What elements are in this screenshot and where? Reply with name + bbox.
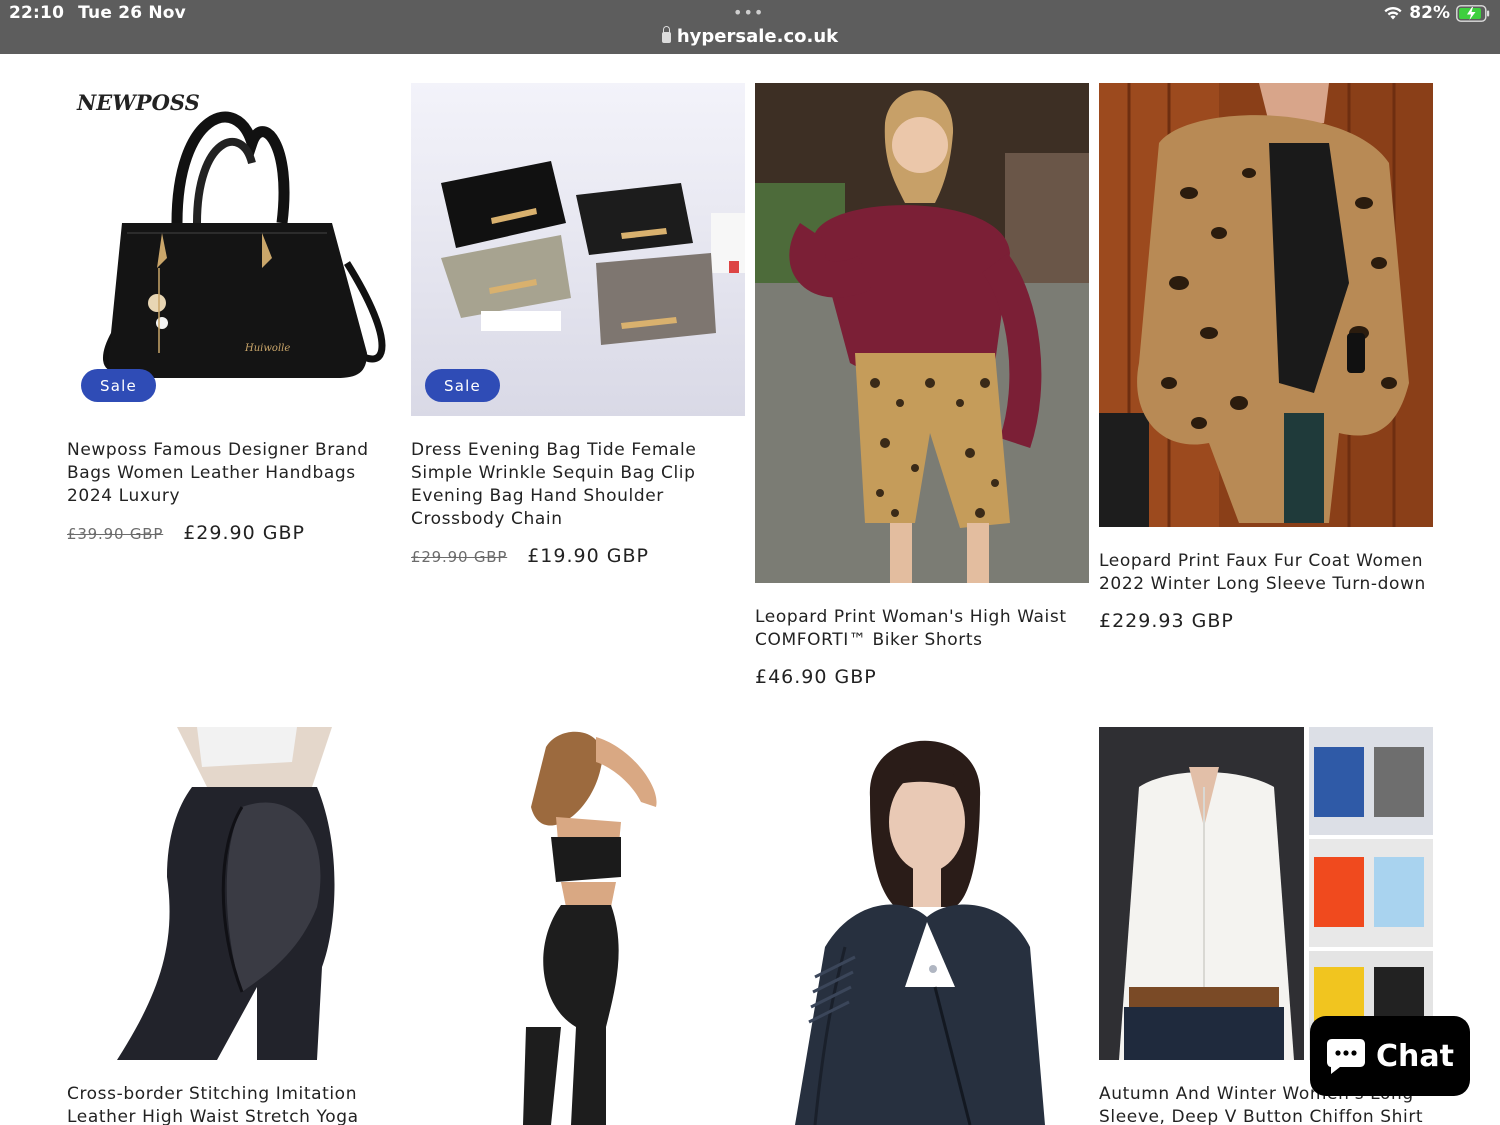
- lock-icon: [661, 26, 671, 43]
- original-price: £39.90 GBP: [67, 525, 164, 543]
- chat-label[interactable]: Chat: [1376, 1039, 1454, 1074]
- product-image[interactable]: [755, 727, 1089, 1125]
- product-card[interactable]: Leopard Print Faux Fur Coat Women 2022 W…: [1099, 83, 1433, 632]
- product-image[interactable]: Sale: [411, 83, 745, 416]
- chiffon-shirt-collage-image: [1099, 727, 1433, 1060]
- address-bar[interactable]: hypersale.co.uk: [0, 26, 1500, 47]
- sale-price: £29.90 GBP: [183, 522, 305, 544]
- product-image[interactable]: [1099, 83, 1433, 527]
- sale-price: £19.90 GBP: [527, 545, 649, 567]
- brand-logo: NEWPOSS: [76, 90, 200, 115]
- product-card[interactable]: Leopard Print Woman's High Waist COMFORT…: [755, 83, 1089, 688]
- product-image[interactable]: NEWPOSS Huiwolle Sale: [67, 83, 401, 416]
- status-time: 22:10: [9, 3, 65, 23]
- status-indicators: 82%: [1383, 3, 1490, 23]
- svg-text:Huiwolle: Huiwolle: [244, 343, 290, 354]
- product-title[interactable]: Leopard Print Woman's High Waist COMFORT…: [755, 606, 1089, 652]
- more-dots-icon[interactable]: •••: [733, 3, 764, 22]
- wifi-icon: [1384, 6, 1402, 20]
- product-card[interactable]: Cross-border Stitching Imitation Leather…: [67, 727, 401, 1125]
- regular-price: £229.93 GBP: [1099, 610, 1234, 632]
- product-card[interactable]: Sale Dress Evening Bag Tide Female Simpl…: [411, 83, 745, 567]
- leather-jacket-image: [755, 727, 1089, 1125]
- battery-charging-icon: [1456, 4, 1490, 22]
- leopard-fur-coat-image: [1099, 83, 1433, 527]
- product-title[interactable]: Newposs Famous Designer Brand Bags Women…: [67, 439, 401, 508]
- chat-bubble-icon: [1327, 1039, 1366, 1074]
- product-card[interactable]: [411, 727, 745, 1125]
- yoga-pants-image: [67, 727, 401, 1060]
- browser-status-bar: 22:10 Tue 26 Nov ••• hypersale.co.uk 82%: [0, 0, 1500, 54]
- product-image[interactable]: [755, 83, 1089, 583]
- product-card[interactable]: NEWPOSS Huiwolle Sale Newposs Famous Des…: [67, 83, 401, 544]
- regular-price: £46.90 GBP: [755, 666, 877, 688]
- black-handbag-image: NEWPOSS Huiwolle: [67, 83, 401, 416]
- product-title[interactable]: Leopard Print Faux Fur Coat Women 2022 W…: [1099, 550, 1433, 596]
- product-card[interactable]: [755, 727, 1089, 1125]
- product-price: £39.90 GBP £29.90 GBP: [67, 522, 401, 544]
- status-date: Tue 26 Nov: [78, 3, 186, 23]
- leopard-shorts-image: [755, 83, 1089, 583]
- product-price: £229.93 GBP: [1099, 610, 1433, 632]
- product-price: £29.90 GBP £19.90 GBP: [411, 545, 745, 567]
- url-text[interactable]: hypersale.co.uk: [677, 26, 838, 47]
- battery-percentage: 82%: [1409, 3, 1450, 23]
- original-price: £29.90 GBP: [411, 548, 508, 566]
- chat-button[interactable]: Chat: [1310, 1016, 1470, 1096]
- evening-bags-image: [411, 83, 745, 416]
- product-title[interactable]: Dress Evening Bag Tide Female Simple Wri…: [411, 439, 745, 531]
- product-image[interactable]: [67, 727, 401, 1060]
- sale-badge: Sale: [81, 369, 156, 402]
- product-image[interactable]: [411, 727, 745, 1125]
- sports-set-image: [411, 727, 745, 1125]
- status-clock: 22:10 Tue 26 Nov: [9, 3, 200, 23]
- product-title[interactable]: Cross-border Stitching Imitation Leather…: [67, 1083, 401, 1125]
- sale-badge: Sale: [425, 369, 500, 402]
- product-price: £46.90 GBP: [755, 666, 1089, 688]
- product-image[interactable]: [1099, 727, 1433, 1060]
